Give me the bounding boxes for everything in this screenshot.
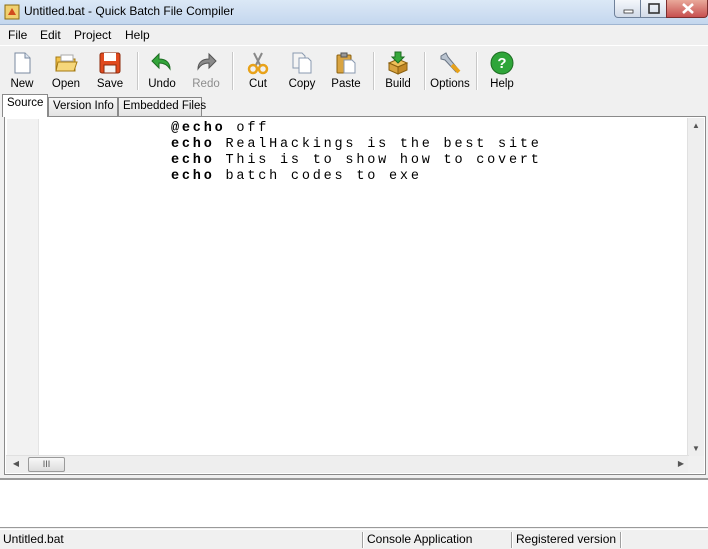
- code-text: off: [225, 121, 270, 136]
- code-line: echo RealHackings is the best site: [171, 137, 542, 153]
- undo-arrow-icon: [151, 52, 171, 71]
- scrollbar-corner: [688, 456, 704, 473]
- scroll-up-arrow-icon[interactable]: ▲: [688, 118, 704, 134]
- tab-version-info[interactable]: Version Info: [48, 97, 118, 116]
- toolbar: New Open Save Undo Redo Cut Copy Paste B…: [0, 45, 708, 94]
- new-file-icon: [14, 52, 31, 74]
- output-pane[interactable]: [0, 478, 708, 528]
- copy-label: Copy: [288, 78, 316, 90]
- build-label: Build: [385, 78, 411, 90]
- options-label: Options: [430, 78, 470, 90]
- tab-embedded-files[interactable]: Embedded Files: [118, 97, 206, 116]
- options-wrench-icon: [440, 52, 461, 74]
- close-icon: [682, 3, 694, 14]
- scroll-left-arrow-icon[interactable]: ◀: [8, 456, 24, 472]
- menu-project[interactable]: Project: [74, 28, 111, 42]
- app-icon: [4, 4, 20, 20]
- help-question-icon: ?: [490, 51, 514, 75]
- copy-icon: [292, 52, 312, 74]
- toolbar-separator: [476, 52, 478, 90]
- menu-edit[interactable]: Edit: [40, 28, 61, 42]
- save-button[interactable]: Save: [92, 49, 128, 93]
- minimize-icon: [623, 9, 634, 14]
- open-button[interactable]: Open: [48, 49, 84, 93]
- paste-button[interactable]: Paste: [326, 49, 366, 93]
- code-text: batch codes to exe: [214, 169, 422, 184]
- source-editor[interactable]: @echo off echo RealHackings is the best s…: [4, 116, 706, 475]
- status-divider: [620, 532, 622, 548]
- redo-button[interactable]: Redo: [188, 49, 224, 93]
- cut-label: Cut: [249, 78, 267, 90]
- copy-button[interactable]: Copy: [284, 49, 320, 93]
- toolbar-separator: [373, 52, 375, 90]
- scissors-icon: [247, 52, 269, 75]
- open-label: Open: [51, 78, 81, 90]
- paste-clipboard-icon: [336, 52, 356, 74]
- save-label: Save: [96, 78, 124, 90]
- new-label: New: [10, 78, 34, 90]
- maximize-icon: [648, 3, 660, 14]
- build-box-icon: [387, 51, 409, 75]
- toolbar-separator: [232, 52, 234, 90]
- code-text: This is to show how to covert: [214, 153, 542, 168]
- build-button[interactable]: Build: [380, 49, 416, 93]
- code-line: echo This is to show how to covert: [171, 153, 542, 169]
- redo-label: Redo: [192, 78, 220, 90]
- undo-button[interactable]: Undo: [144, 49, 180, 93]
- toolbar-separator: [424, 52, 426, 90]
- status-file-name: Untitled.bat: [3, 532, 64, 546]
- status-app-type: Console Application: [367, 532, 473, 546]
- status-divider: [511, 532, 513, 548]
- menu-help[interactable]: Help: [125, 28, 150, 42]
- horizontal-scroll-thumb[interactable]: III: [28, 457, 65, 472]
- new-button[interactable]: New: [4, 49, 40, 93]
- code-line: echo batch codes to exe: [171, 169, 542, 185]
- code-text: RealHackings is the best site: [214, 137, 542, 152]
- undo-label: Undo: [148, 78, 176, 90]
- scroll-down-arrow-icon[interactable]: ▼: [688, 441, 704, 457]
- code-keyword: echo: [171, 153, 215, 168]
- code-keyword: echo: [171, 169, 215, 184]
- code-keyword: echo: [171, 137, 215, 152]
- line-gutter: [7, 119, 39, 456]
- svg-text:?: ?: [497, 55, 506, 72]
- maximize-button[interactable]: [640, 0, 667, 18]
- help-button[interactable]: ? Help: [484, 49, 520, 93]
- status-divider: [362, 532, 364, 548]
- paste-label: Paste: [331, 78, 361, 90]
- minimize-button[interactable]: [614, 0, 641, 18]
- toolbar-separator: [137, 52, 139, 90]
- cut-button[interactable]: Cut: [240, 49, 276, 93]
- tab-source[interactable]: Source: [2, 94, 48, 117]
- save-disk-icon: [99, 52, 121, 74]
- status-registration: Registered version: [516, 532, 617, 546]
- window-title: Untitled.bat - Quick Batch File Compiler: [24, 4, 235, 18]
- vertical-scrollbar[interactable]: ▲ ▼: [687, 118, 704, 457]
- code-area[interactable]: @echo off echo RealHackings is the best s…: [171, 121, 542, 185]
- code-keyword: @echo: [171, 121, 226, 136]
- code-line: @echo off: [171, 121, 542, 137]
- scroll-right-arrow-icon[interactable]: ▶: [673, 456, 689, 472]
- tab-strip: Source Version Info Embedded Files: [0, 94, 708, 117]
- menu-file[interactable]: File: [8, 28, 27, 42]
- open-folder-icon: [55, 54, 78, 72]
- menu-bar: File Edit Project Help: [0, 25, 708, 45]
- close-button[interactable]: [666, 0, 708, 18]
- help-label: Help: [490, 78, 514, 90]
- title-bar: Untitled.bat - Quick Batch File Compiler: [0, 0, 708, 25]
- options-button[interactable]: Options: [428, 49, 472, 93]
- status-bar: Untitled.bat Console Application Registe…: [0, 529, 708, 549]
- redo-arrow-icon: [197, 52, 217, 71]
- horizontal-scrollbar[interactable]: ◀ III ▶: [6, 455, 689, 473]
